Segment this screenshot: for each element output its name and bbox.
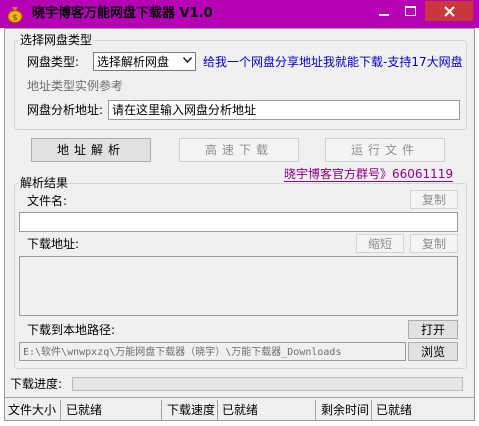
disk-type-label: 网盘类型: bbox=[27, 55, 80, 69]
disk-type-select[interactable]: 选择解析网盘 bbox=[93, 52, 196, 71]
status-divider bbox=[217, 400, 218, 420]
download-progress-bar bbox=[72, 377, 463, 391]
download-url-label: 下载地址: bbox=[27, 237, 80, 251]
maximize-button[interactable] bbox=[397, 1, 424, 21]
example-link[interactable]: 地址类型实例参考 bbox=[27, 78, 123, 94]
svg-text:$: $ bbox=[12, 13, 17, 22]
title-bar: $ 晓宇博客万能网盘下载器 V1.0 bbox=[0, 0, 479, 28]
result-group-legend: 解析结果 bbox=[19, 176, 70, 190]
download-speed-value: 已就绪 bbox=[222, 403, 259, 417]
disk-type-value: 选择解析网盘 bbox=[97, 55, 170, 69]
promo-link[interactable]: 给我一个网盘分享地址我就能下载-支持17大网盘 bbox=[203, 54, 463, 70]
analysis-address-input[interactable]: 请在这里输入网盘分析地址 bbox=[108, 100, 460, 120]
money-bag-icon: $ bbox=[7, 7, 23, 23]
download-speed-label: 下载速度 bbox=[167, 403, 216, 417]
remaining-time-label: 剩余时间 bbox=[321, 403, 370, 417]
local-path-label: 下载到本地路径: bbox=[27, 323, 116, 337]
analysis-address-value: 请在这里输入网盘分析地址 bbox=[112, 103, 257, 117]
filename-label: 文件名: bbox=[27, 194, 68, 208]
remaining-time-value: 已就绪 bbox=[376, 403, 413, 417]
progress-label: 下载进度: bbox=[10, 377, 63, 391]
local-path-input[interactable]: E:\软件\wnwpxzq\万能网盘下载器（晓宇）\万能下载器_Download… bbox=[19, 342, 406, 361]
close-icon bbox=[443, 5, 455, 17]
window-title: 晓宇博客万能网盘下载器 V1.0 bbox=[32, 6, 213, 21]
analyze-button[interactable]: 地址解析 bbox=[31, 138, 151, 162]
status-divider bbox=[315, 400, 316, 420]
official-group-link[interactable]: 晓宇博客官方群号》66061119 bbox=[284, 167, 454, 182]
local-path-value: E:\软件\wnwpxzq\万能网盘下载器（晓宇）\万能下载器_Download… bbox=[23, 347, 342, 358]
shorten-url-button[interactable]: 缩短 bbox=[356, 234, 404, 253]
minimize-button[interactable] bbox=[370, 1, 397, 21]
copy-filename-button[interactable]: 复制 bbox=[410, 190, 458, 209]
open-folder-button[interactable]: 打开 bbox=[408, 320, 458, 339]
maximize-icon bbox=[405, 6, 416, 16]
analysis-address-label: 网盘分析地址: bbox=[27, 103, 104, 117]
select-group-legend: 选择网盘类型 bbox=[19, 33, 94, 47]
copy-url-button[interactable]: 复制 bbox=[410, 234, 458, 253]
fast-download-button[interactable]: 高速下载 bbox=[179, 138, 299, 162]
status-divider bbox=[60, 400, 61, 420]
filename-input[interactable] bbox=[19, 212, 458, 232]
status-bar: 文件大小 已就绪 下载速度 已就绪 剩余时间 已就绪 bbox=[5, 397, 474, 420]
download-url-textarea[interactable] bbox=[19, 256, 458, 316]
close-button[interactable] bbox=[425, 1, 473, 21]
chevron-down-icon bbox=[183, 57, 192, 63]
run-file-button[interactable]: 运行文件 bbox=[325, 138, 445, 162]
browse-button[interactable]: 浏览 bbox=[408, 342, 458, 361]
file-size-label: 文件大小 bbox=[8, 403, 57, 417]
file-size-value: 已就绪 bbox=[66, 403, 103, 417]
status-divider bbox=[161, 400, 162, 420]
status-divider bbox=[371, 400, 372, 420]
minimize-icon bbox=[378, 14, 389, 16]
